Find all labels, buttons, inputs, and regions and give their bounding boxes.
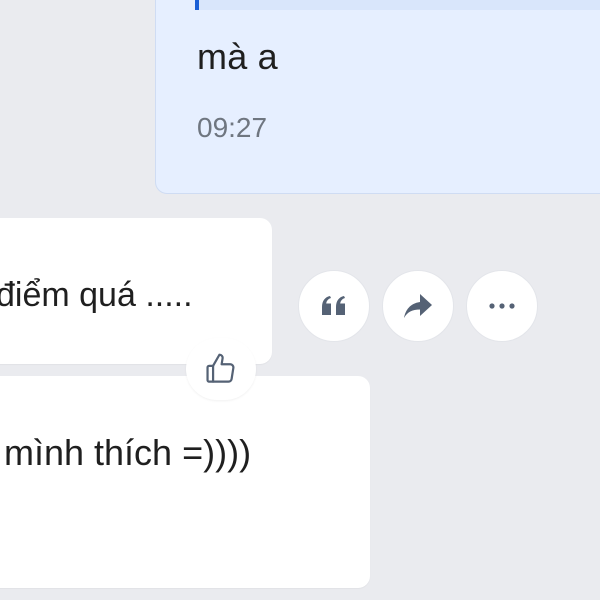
reaction-button[interactable] [186, 338, 256, 400]
message-timestamp: 09:27 [197, 112, 268, 143]
quote-reply-button[interactable] [298, 270, 370, 342]
thumbs-up-icon [202, 350, 240, 388]
sent-message-bubble[interactable] [155, 0, 600, 194]
share-button[interactable] [382, 270, 454, 342]
more-dots-icon [487, 302, 517, 310]
more-options-button[interactable] [466, 270, 538, 342]
share-arrow-icon [402, 292, 434, 320]
received-message-bubble[interactable] [0, 376, 370, 588]
quoted-message-strip[interactable] [195, 0, 600, 10]
chat-area: mà a 09:27 điểm quá ..... mình thích =))… [0, 0, 600, 600]
sent-message-text: mà a [197, 36, 278, 77]
quote-icon [319, 293, 349, 319]
received-message-text: điểm quá ..... [0, 276, 193, 314]
received-message-text: mình thích =)))) [4, 432, 252, 473]
